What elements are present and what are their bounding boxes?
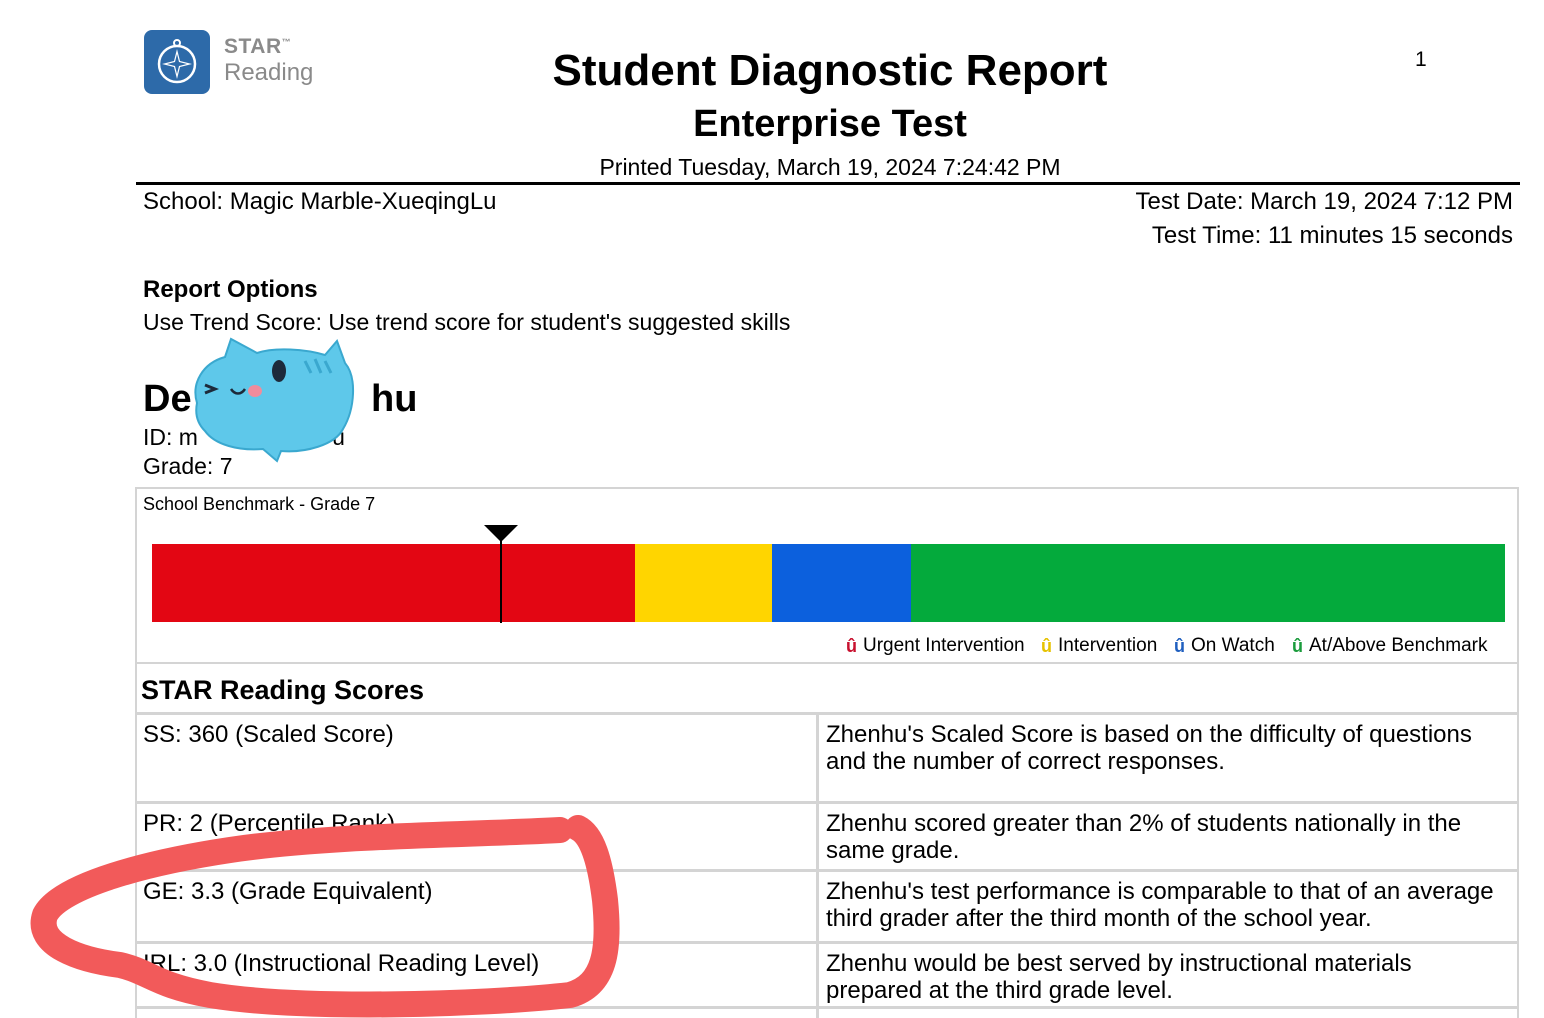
- legend-label-benchmark: At/Above Benchmark: [1309, 635, 1488, 656]
- legend-label-urgent: Urgent Intervention: [863, 635, 1025, 656]
- legend-label-on-watch: On Watch: [1191, 635, 1275, 656]
- report-subtitle: Enterprise Test: [693, 103, 967, 145]
- desc-pr: Zhenhu scored greater than 2% of student…: [826, 810, 1462, 864]
- benchmark-title: School Benchmark - Grade 7: [143, 494, 376, 514]
- score-marker-triangle-icon: [484, 525, 518, 542]
- benchmark-segment-on-watch: [771, 544, 912, 622]
- score-irl: IRL: 3.0 (Instructional Reading Level): [143, 950, 540, 977]
- test-date: Test Date: March 19, 2024 7:12 PM: [1135, 188, 1513, 215]
- table-divider: [135, 1006, 1519, 1009]
- table-divider: [135, 712, 1519, 715]
- header-divider: [136, 182, 1520, 185]
- desc-irl: Zhenhu would be best served by instructi…: [826, 950, 1412, 1004]
- benchmark-segment-intervention: [635, 544, 772, 622]
- desc-ss: Zhenhu's Scaled Score is based on the di…: [826, 721, 1472, 775]
- benchmark-bar: [152, 544, 1505, 622]
- logo-star-text: STAR: [224, 35, 282, 58]
- score-ss: SS: 360 (Scaled Score): [143, 721, 394, 748]
- benchmark-segment-at-above-benchmark: [911, 544, 1505, 622]
- column-divider: [816, 712, 819, 1018]
- score-pr: PR: 2 (Percentile Rank): [143, 810, 396, 837]
- legend-urgent: û Urgent Intervention: [846, 635, 1025, 657]
- page-number: 1: [1415, 48, 1427, 71]
- table-divider: [135, 869, 1519, 872]
- on-watch-marker-icon: û: [1174, 635, 1185, 656]
- logo-reading-text: Reading: [224, 59, 314, 86]
- cat-sticker-icon: [194, 337, 355, 463]
- trademark: ™: [281, 37, 292, 47]
- intervention-marker-icon: û: [1041, 635, 1052, 656]
- test-time: Test Time: 11 minutes 15 seconds: [1151, 222, 1513, 249]
- table-divider: [135, 801, 1519, 804]
- legend-intervention: û Intervention: [1041, 635, 1157, 657]
- table-divider: [135, 941, 1519, 944]
- school-name: School: Magic Marble-XueqingLu: [143, 188, 497, 215]
- star-reading-logo: [144, 30, 210, 94]
- logo-wordmark: STAR™ Reading: [224, 36, 313, 85]
- urgent-marker-icon: û: [846, 635, 857, 656]
- legend-benchmark: û At/Above Benchmark: [1292, 635, 1487, 657]
- trend-score-option: Use Trend Score: Use trend score for stu…: [143, 309, 791, 335]
- score-ge: GE: 3.3 (Grade Equivalent): [143, 878, 433, 905]
- benchmark-marker-icon: û: [1292, 635, 1303, 656]
- desc-ge: Zhenhu's test performance is comparable …: [826, 878, 1494, 932]
- benchmark-segment-urgent-intervention: [152, 544, 636, 622]
- scores-heading: STAR Reading Scores: [141, 675, 425, 705]
- report-title: Student Diagnostic Report: [552, 46, 1108, 95]
- score-marker-line: [500, 540, 502, 623]
- printed-timestamp: Printed Tuesday, March 19, 2024 7:24:42 …: [599, 154, 1061, 180]
- legend-on-watch: û On Watch: [1174, 635, 1275, 657]
- compass-icon: [157, 39, 197, 84]
- legend-label-intervention: Intervention: [1058, 635, 1158, 656]
- report-options-heading: Report Options: [143, 276, 318, 303]
